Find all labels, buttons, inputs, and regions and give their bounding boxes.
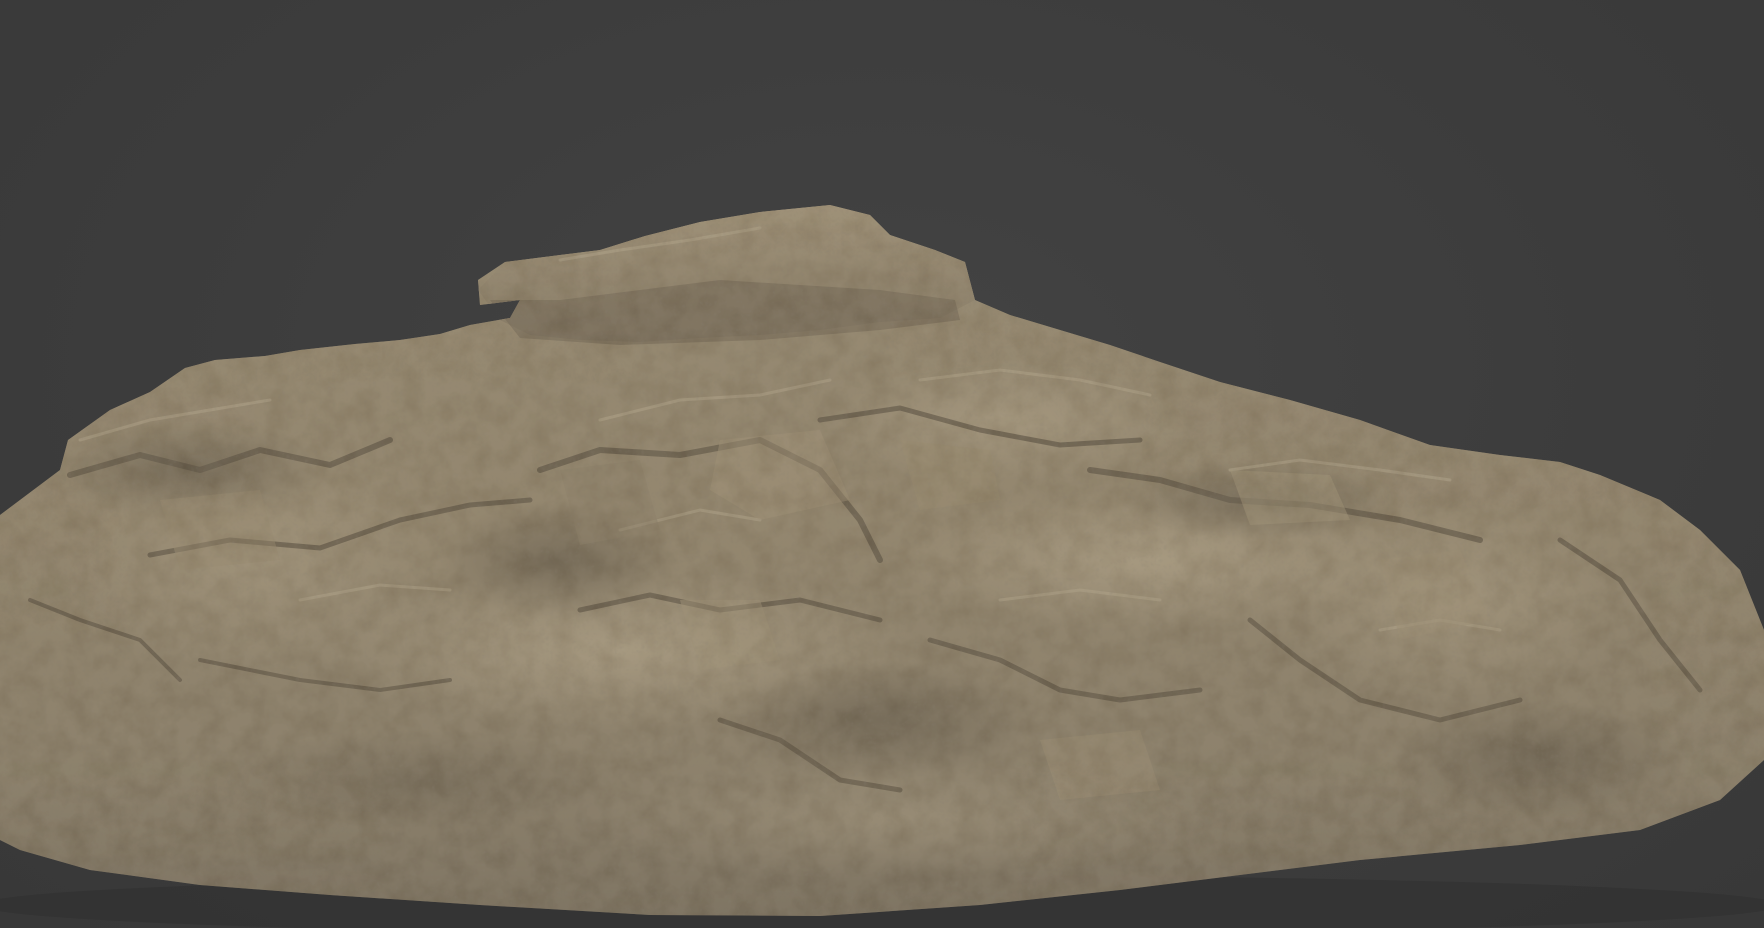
rock-scan-model[interactable]: [0, 0, 1764, 928]
rock-surface-detail: [0, 205, 1764, 916]
3d-viewport[interactable]: [0, 0, 1764, 928]
